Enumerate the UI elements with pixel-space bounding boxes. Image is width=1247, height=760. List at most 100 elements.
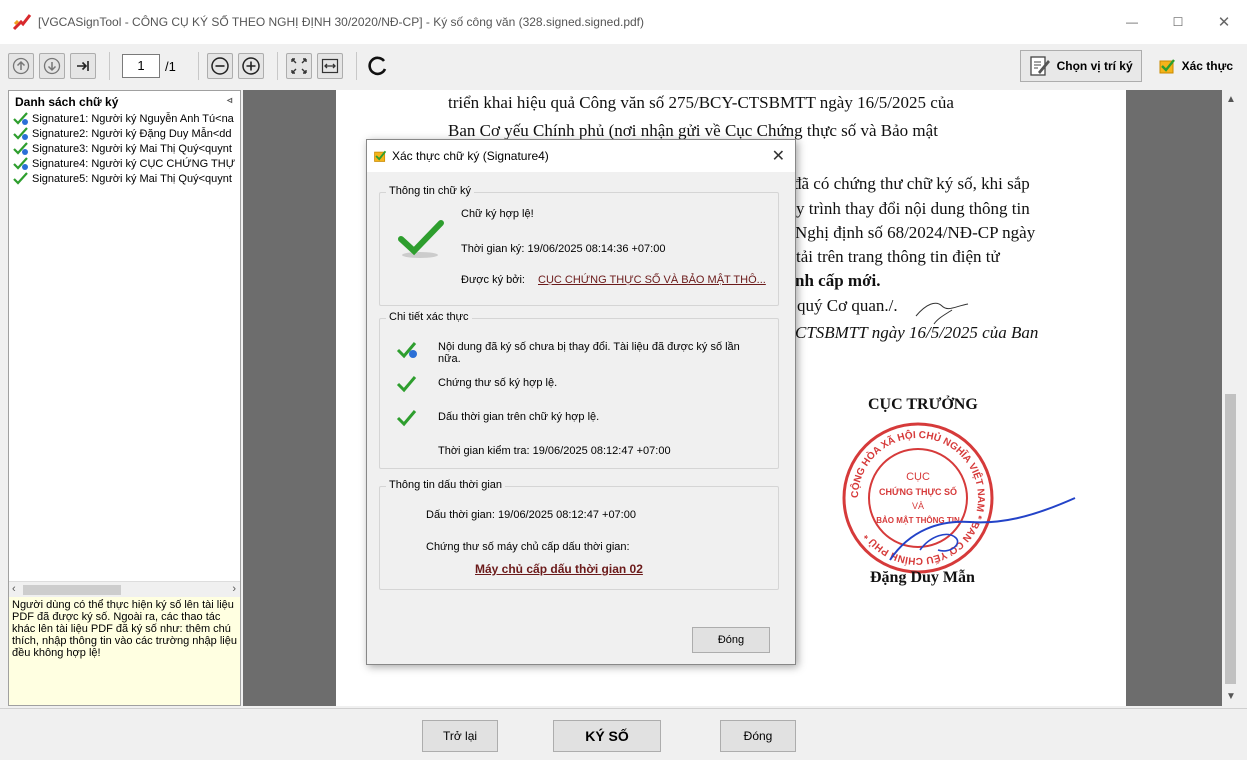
arrow-up-circle-icon	[12, 57, 30, 75]
seal-line: CHỨNG THỰC SỐ	[879, 486, 957, 497]
signature-info-group: Thông tin chữ ký Chữ ký hợp lệ! Thời gia…	[379, 185, 779, 306]
signature-item-5[interactable]: Signature5: Người ký Mai Thị Quý<quynt	[9, 171, 240, 186]
signature-verify-dialog: Xác thực chữ ký (Signature4) ✕ Thông tin…	[366, 139, 796, 665]
toolbar-separator	[197, 52, 199, 80]
app-logo-icon	[12, 14, 32, 31]
refresh-icon	[368, 56, 387, 76]
scroll-down-icon[interactable]: ▼	[1226, 691, 1236, 702]
fit-width-icon	[321, 58, 338, 74]
check-info-icon	[13, 142, 28, 155]
last-page-button[interactable]	[70, 53, 96, 79]
sign-time-text: Thời gian ký: 19/06/2025 08:14:36 +07:00	[461, 243, 666, 255]
dialog-title-bar: Xác thực chữ ký (Signature4)	[367, 140, 795, 172]
signature-list-panel: Danh sách chữ ký ◃ Signature1: Người ký …	[8, 90, 241, 706]
doc-line: tải trên trang thông tin điện tử	[796, 247, 1000, 266]
signature-item-label: Signature3: Người ký Mai Thị Quý<quynt	[32, 142, 232, 155]
sign-button[interactable]: KÝ SỐ	[553, 720, 661, 752]
doc-line: nh cấp mới.	[795, 271, 881, 290]
seal-line: VÀ	[912, 501, 924, 511]
tsa-cert-label: Chứng thư số máy chủ cấp dấu thời gian:	[426, 541, 630, 553]
check-info-icon	[13, 112, 28, 125]
next-page-button[interactable]	[39, 53, 65, 79]
signature-item-label: Signature5: Người ký Mai Thị Quý<quynt	[32, 172, 232, 185]
check-icon	[13, 172, 28, 185]
seal-line: CỤC	[906, 471, 930, 483]
back-button[interactable]: Trở lại	[422, 720, 498, 752]
fit-page-button[interactable]	[285, 53, 312, 79]
check-icon	[396, 410, 417, 427]
scroll-left-icon[interactable]: ‹	[12, 583, 16, 595]
page-number-input[interactable]: 1	[122, 54, 160, 78]
zoom-out-button[interactable]	[206, 53, 233, 79]
big-check-icon	[398, 220, 444, 258]
page-total: /1	[165, 58, 176, 74]
verify-label: Xác thực	[1181, 59, 1233, 73]
check-info-icon	[13, 157, 28, 170]
signature-item-label: Signature2: Người ký Đặng Duy Mẫn<dd	[32, 127, 232, 140]
title-bar: [VGCASignTool - CÔNG CỤ KÝ SỐ THEO NGHỊ …	[0, 0, 1247, 44]
signature-item-2[interactable]: Signature2: Người ký Đặng Duy Mẫn<dd	[9, 126, 240, 141]
doc-line: Nghị định số 68/2024/NĐ-CP ngày	[795, 223, 1036, 242]
scroll-right-icon[interactable]: ›	[232, 583, 236, 595]
signature-list-title: Danh sách chữ ký	[15, 95, 119, 109]
content-unchanged-text: Nội dung đã ký số chưa bị thay đổi. Tài …	[438, 341, 740, 365]
tsa-name-link[interactable]: Máy chủ cấp dấu thời gian 02	[475, 562, 643, 576]
arrow-to-end-icon	[77, 61, 89, 71]
signature-item-1[interactable]: Signature1: Người ký Nguyễn Anh Tú<na	[9, 111, 240, 126]
vertical-scrollbar[interactable]: ▲ ▼	[1222, 90, 1239, 706]
doc-line: y trình thay đổi nội dung thông tin	[796, 199, 1030, 218]
arrow-down-circle-icon	[43, 57, 61, 75]
doc-line: đã có chứng thư chữ ký số, khi sắp	[793, 174, 1030, 193]
signature-item-label: Signature4: Người ký CỤC CHỨNG THỰ	[32, 157, 236, 170]
timestamp-valid-text: Dấu thời gian trên chữ ký hợp lệ.	[438, 411, 600, 423]
close-window-button[interactable]: ✕	[1201, 0, 1247, 44]
group-label: Thông tin chữ ký	[386, 185, 474, 197]
doc-line: quý Cơ quan./.	[797, 296, 898, 315]
zoom-in-icon	[242, 57, 260, 75]
dialog-title: Xác thực chữ ký (Signature4)	[392, 149, 549, 163]
choose-sign-position-label: Chọn vị trí ký	[1056, 59, 1133, 73]
verify-shield-icon	[374, 150, 387, 162]
handwritten-initial-icon	[915, 302, 969, 325]
scrollbar-thumb[interactable]	[1225, 394, 1236, 684]
group-label: Chi tiết xác thực	[386, 311, 472, 323]
dialog-close-button[interactable]: ✕	[772, 146, 785, 166]
choose-sign-position-button[interactable]: Chọn vị trí ký	[1019, 50, 1142, 82]
official-seal-icon: CỘNG HÒA XÃ HỘI CHỦ NGHĨA VIỆT NAM * BAN…	[842, 422, 1076, 574]
verify-shield-icon	[1159, 59, 1175, 74]
toolbar-separator	[355, 52, 357, 80]
minimize-button[interactable]: —	[1109, 0, 1155, 44]
verify-button[interactable]: Xác thực	[1150, 50, 1241, 82]
signature-item-3[interactable]: Signature3: Người ký Mai Thị Quý<quynt	[9, 141, 240, 156]
group-label: Thông tin dấu thời gian	[386, 479, 506, 491]
check-info-icon	[13, 127, 28, 140]
zoom-in-button[interactable]	[237, 53, 264, 79]
signature-item-4[interactable]: Signature4: Người ký CỤC CHỨNG THỰ	[9, 156, 240, 171]
signature-valid-text: Chữ ký hợp lệ!	[461, 208, 534, 220]
doc-line: Ban Cơ yếu Chính phủ (nơi nhận gửi về Cụ…	[448, 121, 938, 140]
fit-width-button[interactable]	[316, 53, 343, 79]
window-title: [VGCASignTool - CÔNG CỤ KÝ SỐ THEO NGHỊ …	[38, 15, 645, 29]
horizontal-scrollbar[interactable]: ‹ ›	[9, 581, 240, 597]
refresh-button[interactable]	[365, 53, 391, 79]
signed-by-link[interactable]: CỤC CHỨNG THỰC SỐ VÀ BẢO MẬT THÔ...	[538, 274, 766, 286]
signature-item-label: Signature1: Người ký Nguyễn Anh Tú<na	[32, 112, 234, 125]
check-icon	[396, 376, 417, 393]
toolbar-separator	[109, 52, 110, 80]
close-button[interactable]: Đóng	[720, 720, 796, 752]
cert-valid-text: Chứng thư số ký hợp lệ.	[438, 377, 558, 389]
signature-list: Signature1: Người ký Nguyễn Anh Tú<na Si…	[9, 111, 240, 186]
previous-page-button[interactable]	[8, 53, 34, 79]
check-time-text: Thời gian kiểm tra: 19/06/2025 08:12:47 …	[438, 445, 671, 457]
zoom-out-icon	[211, 57, 229, 75]
maximize-button[interactable]: ☐	[1155, 0, 1201, 44]
verify-detail-group: Chi tiết xác thực Nội dung đã ký số chưa…	[379, 311, 779, 469]
collapse-panel-icon[interactable]: ◃	[227, 95, 232, 106]
pen-document-icon	[1029, 56, 1050, 76]
dialog-ok-button[interactable]: Đóng	[692, 627, 770, 653]
fit-page-icon	[291, 58, 307, 74]
scrollbar-thumb[interactable]	[23, 585, 121, 595]
toolbar-separator	[276, 52, 278, 80]
scroll-up-icon[interactable]: ▲	[1226, 94, 1236, 105]
signer-name: Đặng Duy Mẫn	[870, 569, 975, 586]
